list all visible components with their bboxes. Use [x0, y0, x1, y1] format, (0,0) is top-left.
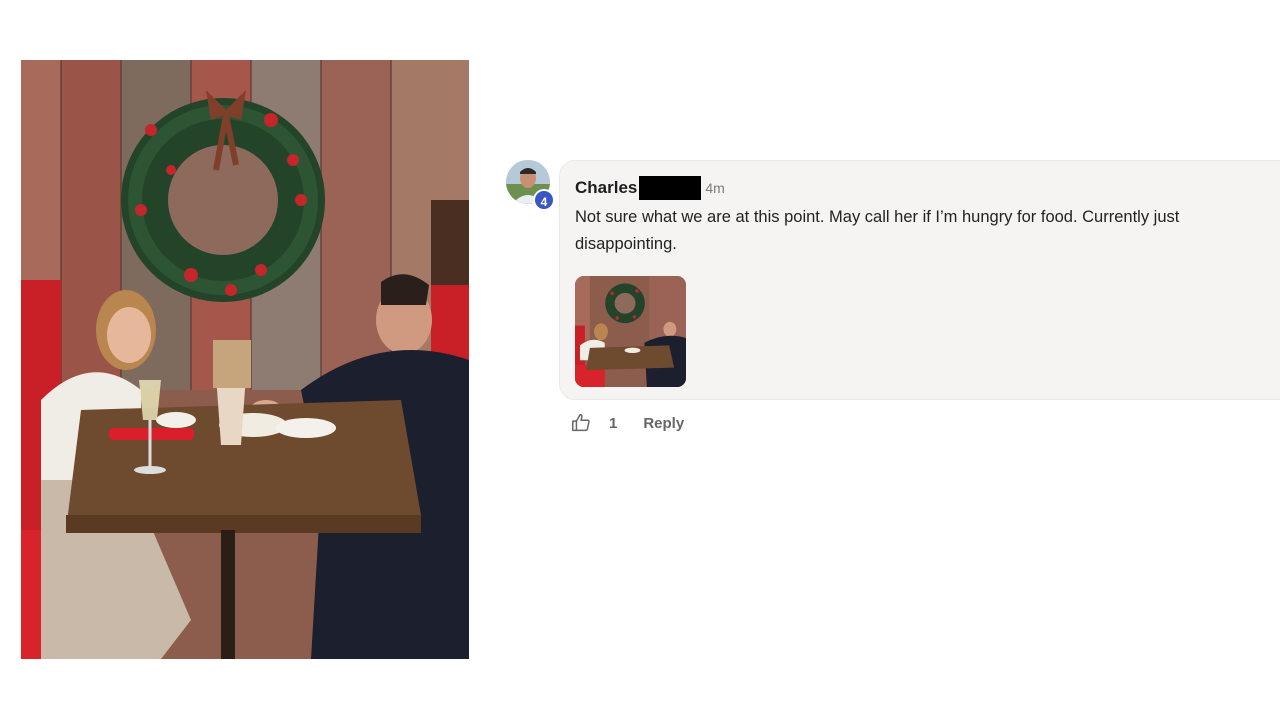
like-count: 1	[609, 414, 618, 432]
comment-bubble: Charles 4m Not sure what we are at this …	[559, 160, 1280, 400]
comment-timestamp[interactable]: 4m	[705, 180, 724, 196]
post-photo[interactable]	[21, 60, 469, 659]
attached-photo-thumbnail[interactable]	[575, 276, 686, 387]
comment-header: Charles 4m	[575, 176, 725, 200]
thumbs-up-icon[interactable]	[570, 412, 592, 434]
avatar-level-badge: 4	[533, 189, 555, 211]
author-name[interactable]: Charles	[575, 178, 637, 198]
redaction-bar	[639, 176, 702, 200]
reply-button[interactable]: Reply	[643, 415, 684, 432]
comment-text: Not sure what we are at this point. May …	[575, 208, 1180, 253]
comment-actions: 1 Reply	[570, 412, 684, 434]
